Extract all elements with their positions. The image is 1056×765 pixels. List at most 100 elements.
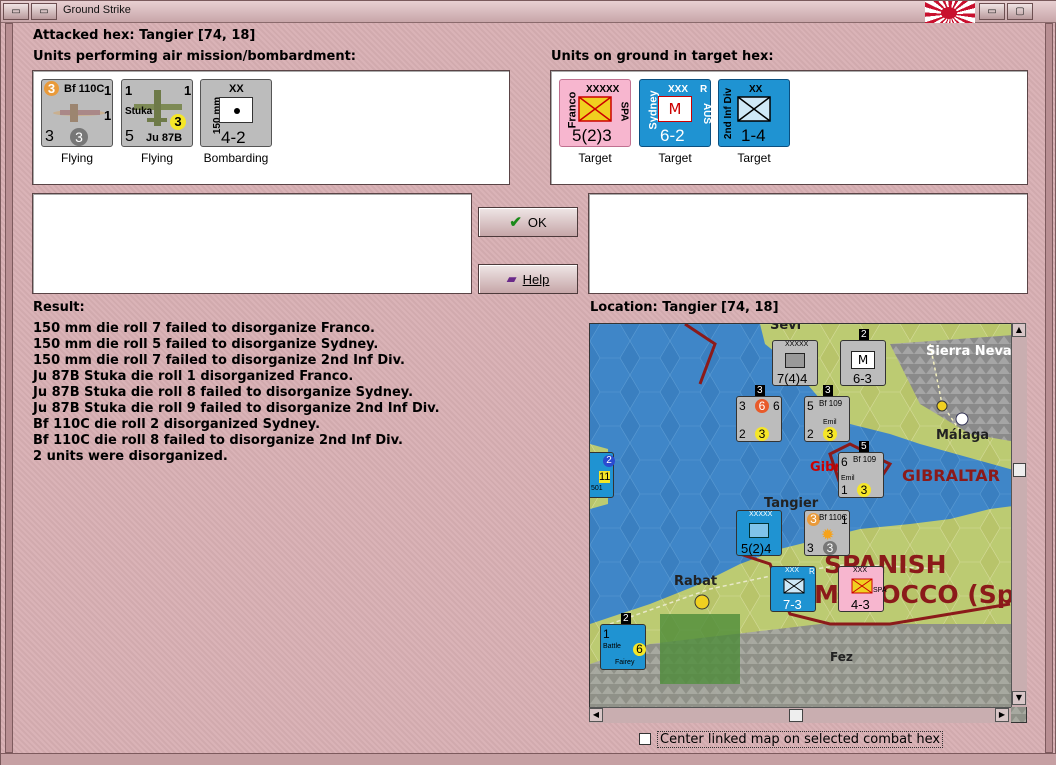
map-unit-counter[interactable]: 3 5 Bf 109 Emil 2 3 bbox=[804, 385, 850, 442]
map-unit-counter[interactable]: 5 6 Bf 109 Emil 1 3 bbox=[838, 441, 884, 498]
unit-name: Bf 109 bbox=[853, 455, 877, 464]
help-button[interactable]: ▰ Help bbox=[478, 264, 578, 294]
unit-corner-mark: R bbox=[700, 84, 708, 95]
unit-size: XXX bbox=[785, 567, 800, 574]
result-line: 2 units were disorganized. bbox=[33, 449, 228, 464]
unit-size: XXX bbox=[853, 567, 868, 574]
unit-counter-150mm[interactable]: XX 150 mm 4-2 bbox=[200, 79, 272, 147]
unit-counter-ju87b[interactable]: 1 1 Stuka 3 5 Ju 87B bbox=[121, 79, 193, 147]
checkmark-icon: ✔ bbox=[509, 214, 522, 231]
unit-stat: 2 bbox=[739, 427, 746, 441]
unit-stat-badge: 6 bbox=[633, 643, 646, 656]
unit-attack: 5 bbox=[125, 128, 134, 145]
scroll-thumb[interactable] bbox=[789, 709, 803, 722]
system-menu-button[interactable]: ▭ bbox=[3, 3, 29, 20]
map-unit-counter[interactable]: XXX R 7-3 bbox=[770, 566, 816, 612]
infantry-symbol-icon bbox=[851, 578, 873, 594]
unit-value: 7-3 bbox=[783, 597, 802, 612]
unit-corner-mark: R bbox=[809, 567, 815, 576]
unit-attack: 3 bbox=[45, 128, 54, 145]
minimize-button[interactable]: ▭ bbox=[979, 3, 1005, 20]
unit-stat: 5 bbox=[807, 399, 814, 413]
unit-stack-count: 5 bbox=[859, 441, 869, 452]
help-book-icon: ▰ bbox=[506, 271, 517, 286]
ok-button[interactable]: ✔ OK bbox=[478, 207, 578, 237]
help-button-label: Help bbox=[522, 271, 550, 287]
unit-stat: 6 bbox=[841, 455, 848, 469]
scroll-up-arrow-icon[interactable]: ▲ bbox=[1012, 323, 1026, 337]
unit-name: Bf 109 bbox=[819, 399, 843, 408]
unit-counter-bf110c[interactable]: 3 Bf 110C 1 1 3 3 bbox=[41, 79, 113, 147]
result-line: Ju 87B Stuka die roll 9 failed to disorg… bbox=[33, 401, 440, 416]
map-place-label: Sierra Nevad bbox=[926, 344, 1022, 359]
map-unit-counter[interactable]: 3 3 6 6 2 3 bbox=[736, 385, 782, 442]
unit-value: 6-3 bbox=[853, 371, 872, 386]
unit-stat: 1 bbox=[184, 83, 192, 98]
unit-caption-target: Target bbox=[737, 151, 771, 165]
unit-stat: 2 bbox=[807, 427, 814, 441]
air-units-panel: 3 Bf 110C 1 1 3 3 Flying 1 1 Stuka 3 5 J… bbox=[32, 70, 510, 185]
unit-name: Bf 110C bbox=[64, 83, 105, 95]
result-line: Bf 110C die roll 8 failed to disorganize… bbox=[33, 433, 403, 448]
armor-symbol-icon bbox=[785, 353, 805, 368]
map-unit-counter[interactable]: 2 11 501 bbox=[590, 452, 615, 498]
unit-stat: 1 bbox=[841, 513, 848, 527]
unit-name: Franco bbox=[566, 91, 579, 129]
infantry-symbol-icon bbox=[578, 96, 612, 122]
result-line: 150 mm die roll 5 failed to disorganize … bbox=[33, 337, 379, 352]
unit-size: XX bbox=[749, 84, 763, 95]
unit-counter-sydney[interactable]: XXX R Sydney AUS M 6-2 bbox=[639, 79, 712, 147]
unit-size: XXXXX bbox=[749, 511, 773, 518]
left-info-panel bbox=[32, 193, 472, 294]
center-map-checkbox[interactable] bbox=[639, 733, 651, 745]
unit-counter-franco[interactable]: XXXXX Franco SPA 5(2)3 bbox=[559, 79, 631, 147]
unit-name: Battle bbox=[603, 643, 621, 650]
scroll-thumb[interactable] bbox=[1013, 463, 1026, 477]
map-place-label: GIBRALTAR bbox=[902, 466, 1000, 485]
scroll-right-arrow-icon[interactable]: ▶ bbox=[995, 708, 1009, 722]
armor-symbol-icon bbox=[749, 523, 769, 538]
map-unit-counter[interactable]: 2 M 6-3 bbox=[840, 329, 886, 386]
combat-map[interactable]: Sevi Sierra Nevad Málaga Gibr GIBRALTAR … bbox=[589, 323, 1027, 723]
unit-counter-2nd-inf-div[interactable]: XX 2nd Inf Div 1-4 bbox=[718, 79, 790, 147]
ground-units-label: Units on ground in target hex: bbox=[551, 49, 774, 64]
ground-units-panel: XXXXX Franco SPA 5(2)3 Target XXX R Sydn… bbox=[550, 70, 1028, 185]
map-vertical-scrollbar[interactable]: ▲ ▼ bbox=[1011, 323, 1027, 707]
unit-subtype: Emil bbox=[841, 475, 855, 482]
result-label: Result: bbox=[33, 300, 85, 315]
map-unit-counter[interactable]: XXXXX 7(4)4 bbox=[772, 340, 818, 386]
close-button[interactable]: ▢ bbox=[1007, 3, 1033, 20]
unit-subtype: Fairey bbox=[615, 659, 635, 666]
unit-subtype: 501 bbox=[591, 485, 603, 492]
unit-stat: 1 bbox=[841, 483, 848, 497]
unit-size: XXXXX bbox=[785, 341, 809, 348]
unit-stat: 3 bbox=[739, 399, 746, 413]
mountain-symbol-icon: M bbox=[658, 96, 692, 122]
unit-caption-bombarding: Bombarding bbox=[203, 151, 269, 165]
title-bar: ▭ ▭ Ground Strike ▭ ▢ bbox=[1, 1, 1056, 23]
air-units-label: Units performing air mission/bombardment… bbox=[33, 49, 357, 64]
unit-stat-badge: 2 bbox=[603, 455, 615, 467]
unit-subtype: Stuka bbox=[125, 106, 153, 117]
unit-stat: 6 bbox=[773, 399, 780, 413]
scroll-down-arrow-icon[interactable]: ▼ bbox=[1012, 691, 1026, 705]
ok-button-label: OK bbox=[527, 214, 547, 230]
map-unit-counter[interactable]: XXXXX 5(2)4 bbox=[736, 510, 782, 556]
unit-stack-count: 3 bbox=[823, 385, 833, 396]
scroll-left-arrow-icon[interactable]: ◀ bbox=[589, 708, 603, 722]
unit-value: 5(2)4 bbox=[741, 541, 772, 556]
map-unit-counter[interactable]: XXX SPA 4-3 bbox=[838, 566, 887, 612]
map-place-label: Málaga bbox=[936, 428, 990, 443]
bottom-frame bbox=[1, 753, 1056, 765]
unit-value: 11 bbox=[599, 471, 611, 483]
map-horizontal-scrollbar[interactable]: ◀ ▶ bbox=[589, 707, 1011, 723]
map-unit-counter[interactable]: 2 1 Battle 6 Fairey bbox=[600, 613, 646, 670]
unit-stat-badge: 6 bbox=[755, 399, 769, 413]
map-unit-counter[interactable]: 3 Bf 110C 1 ✹ 3 3 bbox=[804, 510, 850, 556]
unit-stat-badge: 3 bbox=[857, 483, 871, 497]
center-map-checkbox-label[interactable]: Center linked map on selected combat hex bbox=[657, 731, 944, 748]
right-info-panel bbox=[588, 193, 1028, 294]
restore-button[interactable]: ▭ bbox=[31, 3, 57, 20]
unit-stat-badge: 3 bbox=[755, 427, 769, 441]
window-title: Ground Strike bbox=[63, 4, 131, 16]
